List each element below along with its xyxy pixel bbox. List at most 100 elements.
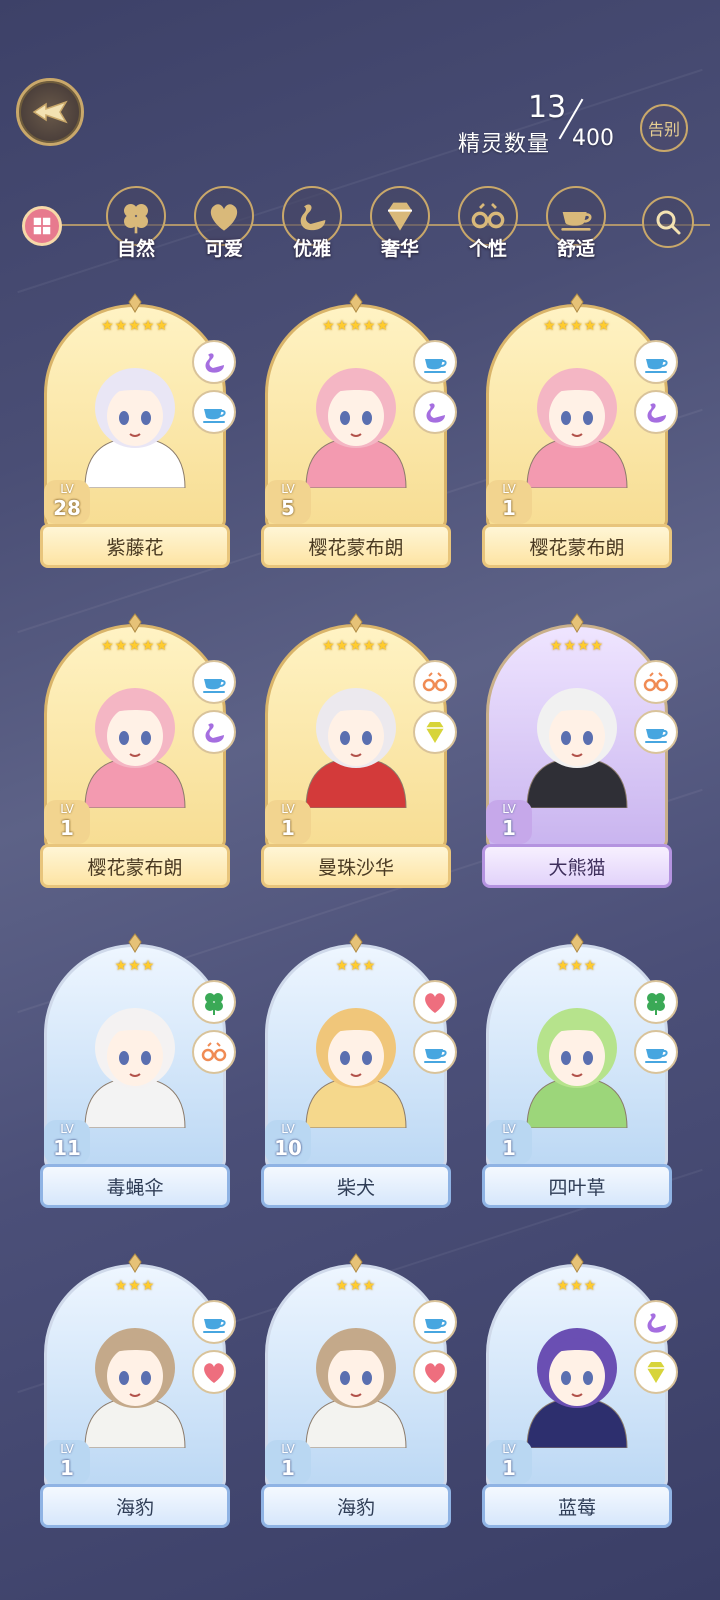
level-label: LV bbox=[502, 802, 516, 816]
glasses-icon bbox=[201, 1042, 227, 1062]
crest-icon bbox=[340, 1252, 372, 1274]
level-value: 1 bbox=[60, 1456, 74, 1480]
spirit-name: 柴犬 bbox=[261, 1164, 451, 1208]
filter-teacup[interactable]: 舒适 bbox=[540, 186, 612, 266]
farewell-button[interactable]: 告别 bbox=[640, 104, 688, 152]
spirit-name: 樱花蒙布朗 bbox=[261, 524, 451, 568]
spirit-portrait bbox=[291, 658, 421, 809]
star-rating: ★★★ bbox=[556, 1278, 598, 1294]
spirit-portrait bbox=[70, 338, 200, 489]
spirit-card[interactable]: ★★★★★ LV 5 樱花蒙布朗 bbox=[261, 292, 457, 574]
attribute-badge bbox=[634, 390, 678, 434]
attribute-list bbox=[413, 1300, 457, 1400]
attribute-badge bbox=[192, 710, 236, 754]
attribute-badge bbox=[413, 340, 457, 384]
crest-icon bbox=[119, 292, 151, 314]
filter-all-button[interactable] bbox=[22, 206, 62, 246]
level-value: 1 bbox=[281, 816, 295, 840]
attribute-badge bbox=[634, 660, 678, 704]
spirit-portrait bbox=[70, 978, 200, 1129]
level-value: 11 bbox=[53, 1136, 81, 1160]
level-label: LV bbox=[60, 482, 74, 496]
filter-swan[interactable]: 优雅 bbox=[276, 186, 348, 266]
attribute-badge bbox=[634, 1300, 678, 1344]
back-button[interactable] bbox=[16, 78, 84, 146]
spirit-name: 紫藤花 bbox=[40, 524, 230, 568]
filter-diamond[interactable]: 奢华 bbox=[364, 186, 436, 266]
level-badge: LV 1 bbox=[486, 800, 532, 844]
swan-icon bbox=[426, 403, 445, 423]
spirit-card[interactable]: ★★★★ LV 1 大熊猫 bbox=[482, 612, 678, 894]
spirit-portrait bbox=[291, 978, 421, 1129]
attribute-badge bbox=[634, 1030, 678, 1074]
level-value: 1 bbox=[502, 1136, 516, 1160]
level-value: 1 bbox=[502, 496, 516, 520]
level-value: 1 bbox=[281, 1456, 295, 1480]
star-rating: ★★★★★ bbox=[543, 318, 611, 334]
search-button[interactable] bbox=[642, 196, 694, 248]
crest-icon bbox=[561, 612, 593, 634]
diamond-icon bbox=[426, 722, 444, 743]
attribute-list bbox=[413, 660, 457, 760]
level-badge: LV 5 bbox=[265, 480, 311, 524]
level-badge: LV 1 bbox=[486, 1120, 532, 1164]
teacup-icon bbox=[203, 679, 226, 693]
spirit-name: 海豹 bbox=[40, 1484, 230, 1528]
level-label: LV bbox=[281, 482, 295, 496]
level-badge: LV 1 bbox=[44, 800, 90, 844]
spirit-counter: 精灵数量 13 400 bbox=[458, 90, 648, 160]
star-rating: ★★★ bbox=[335, 1278, 377, 1294]
level-label: LV bbox=[281, 1442, 295, 1456]
spirit-card[interactable]: ★★★ LV 11 毒蝇伞 bbox=[40, 932, 236, 1214]
teacup-icon bbox=[203, 1319, 226, 1333]
level-value: 10 bbox=[274, 1136, 302, 1160]
level-badge: LV 1 bbox=[265, 1440, 311, 1484]
attribute-badge bbox=[413, 710, 457, 754]
spirit-card[interactable]: ★★★★★ LV 1 曼珠沙华 bbox=[261, 612, 457, 894]
attribute-badge bbox=[634, 340, 678, 384]
spirit-card[interactable]: ★★★★★ LV 1 樱花蒙布朗 bbox=[482, 292, 678, 574]
filter-bar: 自然 可爱 优雅 奢华 个性 舒适 bbox=[0, 186, 720, 266]
crest-icon bbox=[119, 1252, 151, 1274]
heart-icon bbox=[425, 993, 445, 1013]
heart-icon bbox=[210, 204, 238, 231]
clover-icon bbox=[205, 993, 223, 1015]
attribute-badge bbox=[192, 1350, 236, 1394]
level-badge: LV 11 bbox=[44, 1120, 90, 1164]
star-rating: ★★★★★ bbox=[101, 318, 169, 334]
star-rating: ★★★ bbox=[114, 1278, 156, 1294]
spirit-card[interactable]: ★★★ LV 1 海豹 bbox=[40, 1252, 236, 1534]
star-rating: ★★★ bbox=[335, 958, 377, 974]
teacup-icon bbox=[424, 1319, 447, 1333]
filter-clover[interactable]: 自然 bbox=[100, 186, 172, 266]
grid-icon bbox=[33, 217, 51, 235]
swan-icon bbox=[647, 1313, 666, 1333]
spirit-name: 四叶草 bbox=[482, 1164, 672, 1208]
filter-label: 个性 bbox=[468, 238, 507, 260]
spirit-card[interactable]: ★★★ LV 1 蓝莓 bbox=[482, 1252, 678, 1534]
clover-icon bbox=[124, 204, 148, 234]
spirit-portrait bbox=[291, 1298, 421, 1449]
spirit-count: 13 bbox=[528, 90, 567, 125]
swan-icon bbox=[647, 403, 666, 423]
attribute-list bbox=[192, 340, 236, 440]
teacup-icon bbox=[203, 409, 226, 423]
teacup-icon bbox=[645, 359, 668, 373]
spirit-portrait bbox=[70, 1298, 200, 1449]
spirit-card[interactable]: ★★★ LV 10 柴犬 bbox=[261, 932, 457, 1214]
filter-glasses[interactable]: 个性 bbox=[452, 186, 524, 266]
spirit-card[interactable]: ★★★★★ LV 28 紫藤花 bbox=[40, 292, 236, 574]
spirit-card[interactable]: ★★★ LV 1 四叶草 bbox=[482, 932, 678, 1214]
level-badge: LV 1 bbox=[44, 1440, 90, 1484]
level-value: 1 bbox=[502, 816, 516, 840]
level-label: LV bbox=[502, 1122, 516, 1136]
spirit-portrait bbox=[512, 658, 642, 809]
spirit-name: 樱花蒙布朗 bbox=[40, 844, 230, 888]
crest-icon bbox=[561, 292, 593, 314]
spirit-total: 400 bbox=[572, 126, 614, 151]
teacup-icon bbox=[645, 1049, 668, 1063]
filter-heart[interactable]: 可爱 bbox=[188, 186, 260, 266]
spirit-card[interactable]: ★★★★★ LV 1 樱花蒙布朗 bbox=[40, 612, 236, 894]
attribute-list bbox=[192, 1300, 236, 1400]
spirit-card[interactable]: ★★★ LV 1 海豹 bbox=[261, 1252, 457, 1534]
